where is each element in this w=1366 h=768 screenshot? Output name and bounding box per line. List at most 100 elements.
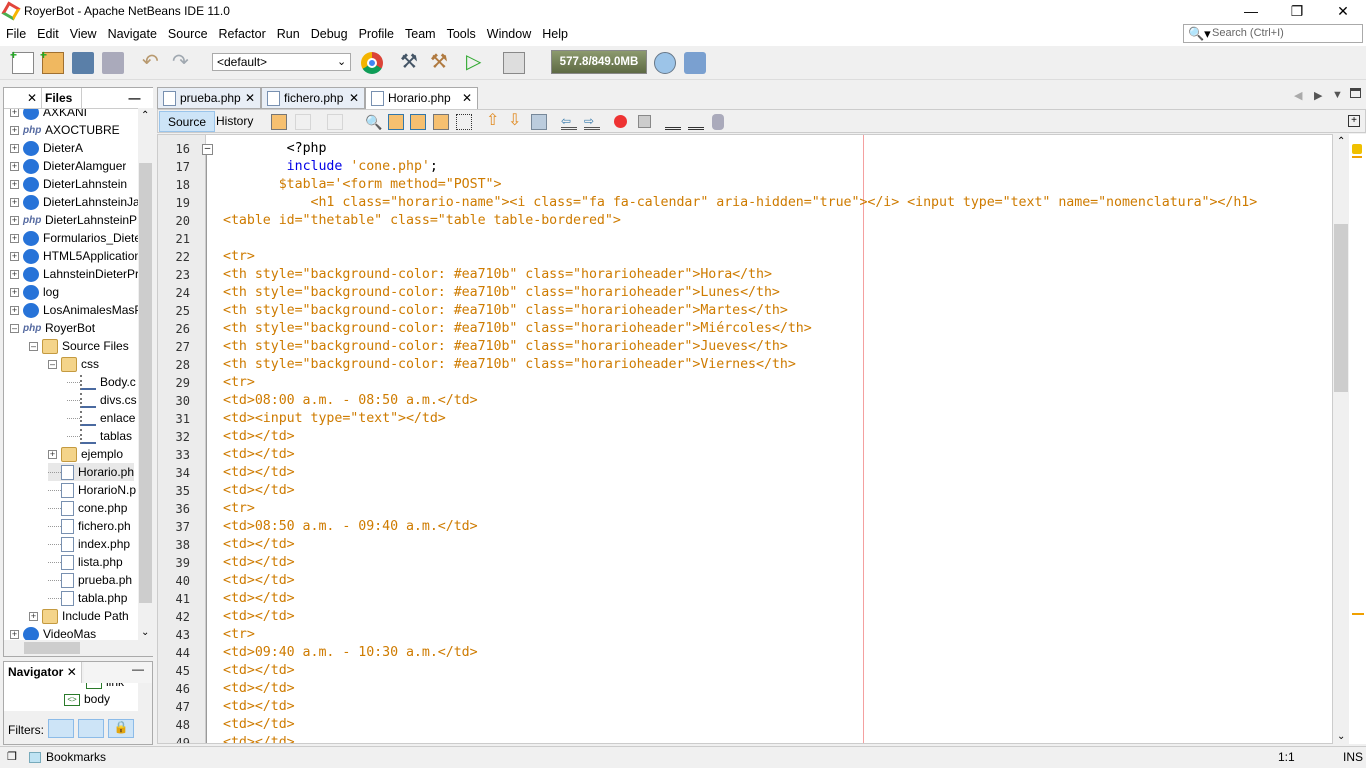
- find-icon[interactable]: 🔍: [365, 114, 382, 130]
- find-next-icon[interactable]: [410, 114, 426, 130]
- expand-icon[interactable]: +: [48, 450, 57, 460]
- menu-tools[interactable]: Tools: [441, 24, 481, 41]
- menu-source[interactable]: Source: [162, 24, 213, 41]
- tree-item[interactable]: divs.cs: [67, 391, 137, 409]
- uncomment-icon[interactable]: [688, 114, 704, 130]
- tree-item[interactable]: tabla.php: [48, 589, 127, 607]
- tree-item[interactable]: + ejemplo: [48, 445, 123, 463]
- restore-button[interactable]: ❐: [1274, 0, 1320, 24]
- tree-item[interactable]: + Formularios_Dieter: [10, 229, 138, 247]
- tree-item[interactable]: lista.php: [48, 553, 123, 571]
- expand-icon[interactable]: +: [10, 126, 19, 136]
- expand-icon[interactable]: +: [10, 270, 19, 280]
- filter-fields-button[interactable]: [48, 719, 74, 738]
- profile-icon[interactable]: [654, 52, 676, 74]
- tree-item[interactable]: – php RoyerBot: [10, 319, 95, 337]
- menu-view[interactable]: View: [64, 24, 102, 41]
- tree-item[interactable]: enlace: [67, 409, 135, 427]
- tree-item[interactable]: Horario.ph: [48, 463, 135, 481]
- expand-icon[interactable]: +: [10, 144, 19, 154]
- menu-profile[interactable]: Profile: [353, 24, 399, 41]
- menu-run[interactable]: Run: [271, 24, 305, 41]
- tree-hscroll[interactable]: [4, 640, 153, 656]
- close-tab-icon[interactable]: ✕: [462, 88, 472, 108]
- collapse-icon[interactable]: –: [48, 360, 57, 370]
- tree-item[interactable]: tablas: [67, 427, 132, 445]
- nav-item-body[interactable]: <> body: [64, 692, 110, 706]
- tree-item[interactable]: fichero.ph: [48, 517, 131, 535]
- stop-macro-icon[interactable]: [638, 115, 651, 128]
- maximize-icon[interactable]: [1350, 88, 1361, 98]
- back-icon[interactable]: [295, 114, 311, 130]
- tree-item[interactable]: + LosAnimalesMasPle: [10, 301, 138, 319]
- expand-icon[interactable]: +: [10, 216, 19, 226]
- expand-icon[interactable]: +: [10, 288, 19, 298]
- expand-icon[interactable]: +: [10, 109, 19, 118]
- toggle-highlight-icon[interactable]: [433, 114, 449, 130]
- expand-icon[interactable]: +: [10, 630, 19, 640]
- shift-left-icon[interactable]: ⇦: [561, 114, 577, 130]
- tree-item[interactable]: Body.c: [67, 373, 136, 391]
- tree-item[interactable]: + HTML5Application: [10, 247, 138, 265]
- shift-right-icon[interactable]: ⇨: [584, 114, 600, 130]
- tree-item[interactable]: + DieterLahnstein: [10, 175, 127, 193]
- menu-help[interactable]: Help: [536, 24, 573, 41]
- split-editor-icon[interactable]: +: [1348, 115, 1360, 127]
- close-icon[interactable]: ✕: [67, 665, 77, 679]
- tree-item[interactable]: + log: [10, 283, 59, 301]
- build-hammer-icon[interactable]: ⚒: [400, 52, 422, 74]
- error-stripe[interactable]: [1349, 134, 1366, 744]
- save-all-icon[interactable]: [102, 52, 124, 74]
- forward-icon[interactable]: [327, 114, 343, 130]
- tree-item[interactable]: + DieterAlamguer: [10, 157, 126, 175]
- tree-item[interactable]: + php AXOCTUBRE: [10, 121, 120, 139]
- collapse-icon[interactable]: –: [10, 324, 19, 334]
- nav-item-link[interactable]: link: [86, 683, 124, 689]
- filter-private-button[interactable]: 🔒: [108, 719, 134, 738]
- close-tab-icon[interactable]: ✕: [245, 88, 255, 108]
- configuration-select[interactable]: <default>: [212, 53, 351, 71]
- tab-horario-php[interactable]: Horario.php ✕: [365, 87, 478, 109]
- new-file-icon[interactable]: +: [10, 48, 34, 74]
- tree-item[interactable]: + LahnsteinDieterPra: [10, 265, 138, 283]
- comment-icon[interactable]: [665, 114, 681, 130]
- menu-edit[interactable]: Edit: [31, 24, 64, 41]
- toggle-bookmark-icon[interactable]: [531, 114, 547, 130]
- menu-refactor[interactable]: Refactor: [213, 24, 271, 41]
- menu-debug[interactable]: Debug: [305, 24, 353, 41]
- minimize-button[interactable]: —: [1228, 0, 1274, 24]
- menu-file[interactable]: File: [0, 24, 31, 41]
- redo-icon[interactable]: ↷: [172, 52, 194, 74]
- chrome-browser-icon[interactable]: [361, 52, 383, 74]
- expand-icon[interactable]: +: [10, 252, 19, 262]
- expand-icon[interactable]: +: [10, 306, 19, 316]
- tree-item[interactable]: + DieterA: [10, 139, 83, 157]
- tab-scroll-right-icon[interactable]: ▶: [1314, 89, 1322, 102]
- minimize-icon[interactable]: —: [84, 662, 152, 683]
- close-tab-icon[interactable]: ✕: [349, 88, 359, 108]
- tree-item[interactable]: HorarioN.p: [48, 481, 136, 499]
- tree-vscroll[interactable]: ⌃ ⌄: [138, 108, 153, 640]
- last-edit-icon[interactable]: [271, 114, 287, 130]
- expand-icon[interactable]: +: [10, 234, 19, 244]
- minimize-panel-icon[interactable]: —: [116, 88, 153, 108]
- fold-toggle-icon[interactable]: –: [202, 144, 213, 155]
- run-icon[interactable]: ▷: [466, 52, 488, 74]
- database-icon[interactable]: [712, 114, 724, 130]
- close-panel-icon[interactable]: ✕: [4, 88, 42, 108]
- rect-select-icon[interactable]: [456, 114, 472, 130]
- tree-item[interactable]: – Source Files: [29, 337, 129, 355]
- next-bookmark-icon[interactable]: ⇩: [508, 113, 524, 130]
- menu-team[interactable]: Team: [399, 24, 441, 41]
- record-macro-icon[interactable]: [614, 115, 627, 128]
- tab-fichero-php[interactable]: fichero.php ✕: [261, 87, 365, 109]
- history-button[interactable]: History: [208, 111, 261, 132]
- expand-icon[interactable]: +: [10, 198, 19, 208]
- tab-navigator[interactable]: Navigator ✕: [4, 662, 82, 683]
- tree-item[interactable]: + Include Path: [29, 607, 129, 625]
- open-project-icon[interactable]: [72, 52, 94, 74]
- filter-static-button[interactable]: [78, 719, 104, 738]
- undo-icon[interactable]: ↶: [142, 52, 164, 74]
- source-button[interactable]: Source: [159, 111, 216, 132]
- expand-icon[interactable]: +: [10, 162, 19, 172]
